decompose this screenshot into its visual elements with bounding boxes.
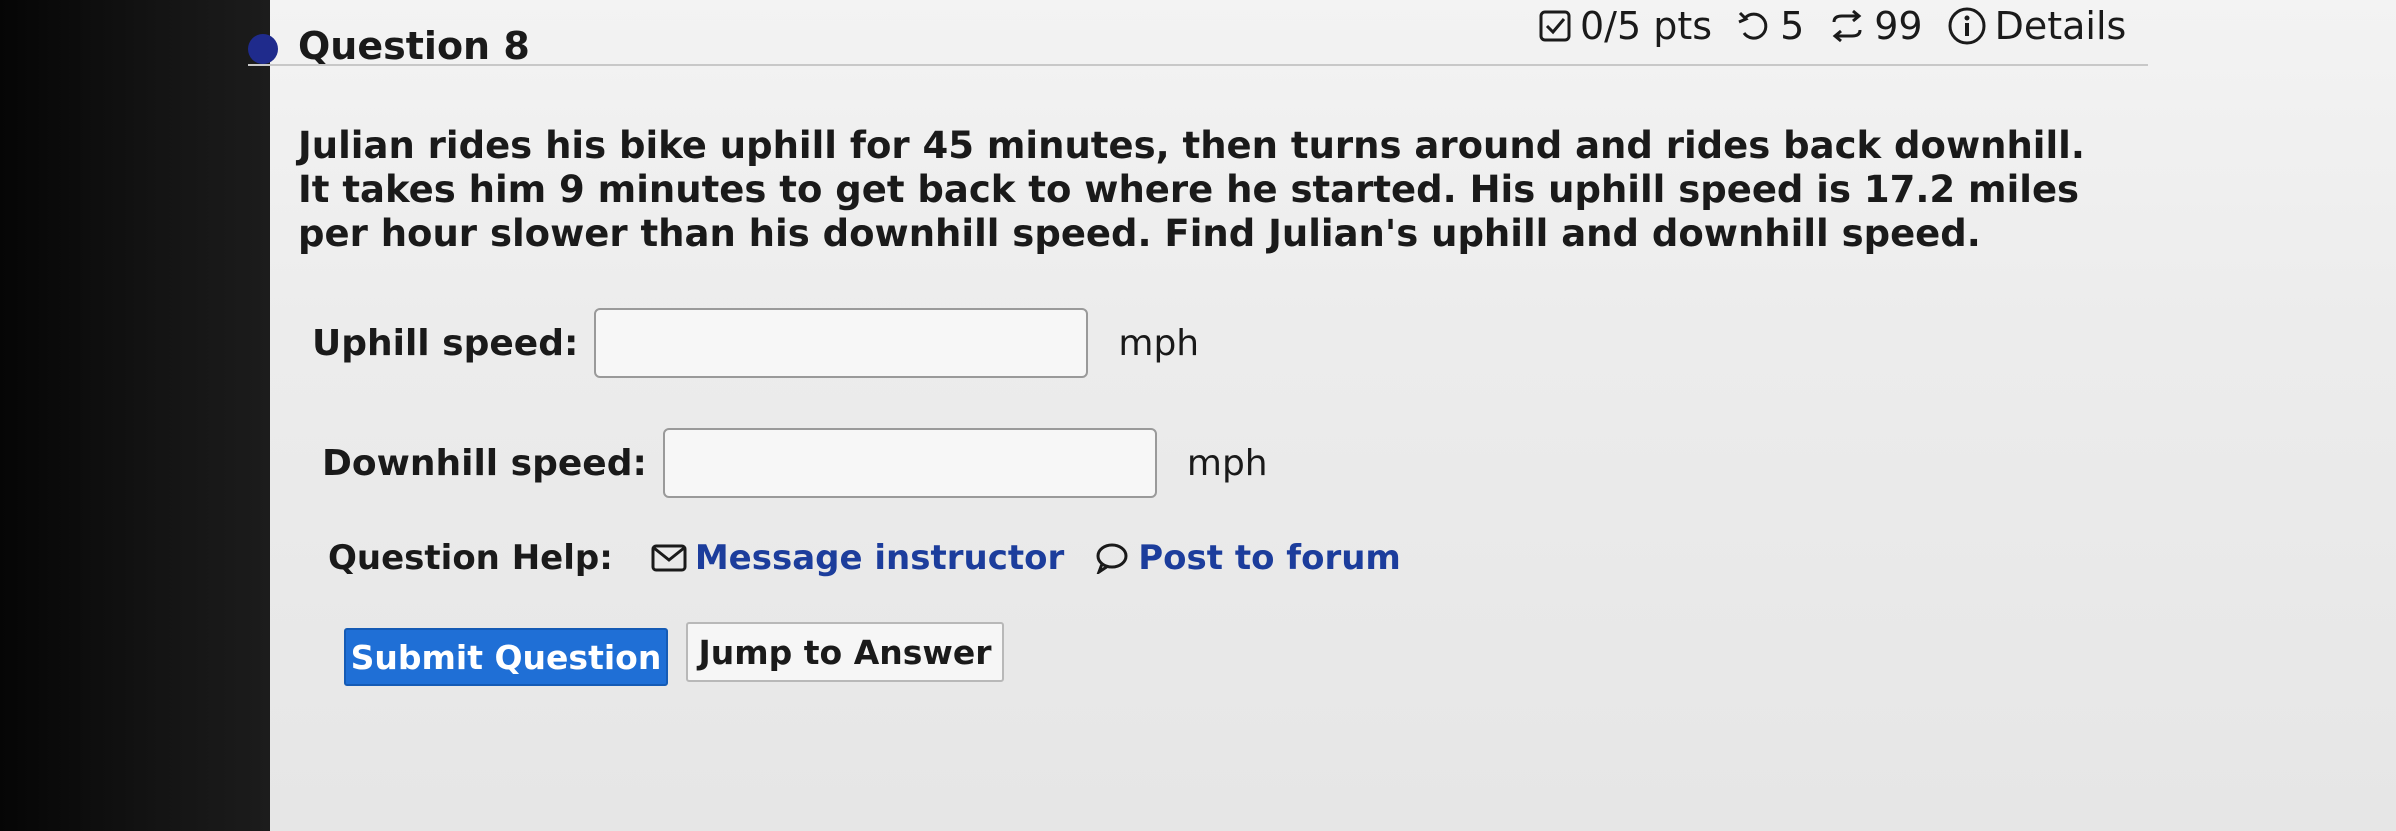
details-label: Details	[1994, 4, 2127, 48]
question-help-label: Question Help:	[328, 538, 613, 578]
retries-text: 5	[1780, 4, 1805, 48]
question-title: Question 8	[298, 24, 530, 68]
submit-question-button[interactable]: Submit Question	[344, 628, 668, 686]
downhill-speed-label: Downhill speed:	[322, 442, 647, 484]
attempts-indicator: 99	[1828, 4, 1923, 48]
question-meta: 0/5 pts 5 99 Details	[1538, 2, 2150, 50]
downhill-speed-input[interactable]	[662, 428, 1157, 498]
jump-to-answer-button[interactable]: Jump to Answer	[686, 622, 1004, 682]
message-instructor-link[interactable]: Message instructor	[651, 538, 1064, 578]
envelope-icon	[651, 544, 687, 572]
points-indicator: 0/5 pts	[1538, 4, 1712, 48]
undo-icon	[1736, 9, 1772, 43]
post-to-forum-link[interactable]: Post to forum	[1094, 538, 1401, 578]
details-link[interactable]: Details	[1947, 4, 2127, 48]
message-instructor-label: Message instructor	[694, 538, 1065, 578]
circle-bullet-icon	[248, 34, 278, 64]
info-icon	[1947, 6, 1987, 46]
question-help: Question Help: Message instructor Post t…	[328, 538, 1431, 578]
header-divider	[248, 64, 2148, 66]
checkbox-icon	[1538, 9, 1572, 43]
speech-bubble-icon	[1094, 542, 1130, 574]
downhill-speed-unit: mph	[1186, 442, 1268, 484]
retries-indicator: 5	[1736, 4, 1804, 48]
uphill-speed-unit: mph	[1118, 322, 1200, 364]
question-text: Julian rides his bike uphill for 45 minu…	[298, 124, 2085, 255]
points-text: 0/5 pts	[1580, 4, 1713, 48]
uphill-speed-row: Uphill speed: mph	[312, 308, 1199, 378]
downhill-speed-row: Downhill speed: mph	[322, 428, 1268, 498]
uphill-speed-label: Uphill speed:	[312, 322, 579, 364]
post-to-forum-label: Post to forum	[1138, 538, 1401, 578]
repeat-icon	[1828, 8, 1866, 44]
uphill-speed-input[interactable]	[594, 308, 1089, 378]
attempts-text: 99	[1874, 4, 1923, 48]
monitor-bezel	[0, 0, 270, 831]
